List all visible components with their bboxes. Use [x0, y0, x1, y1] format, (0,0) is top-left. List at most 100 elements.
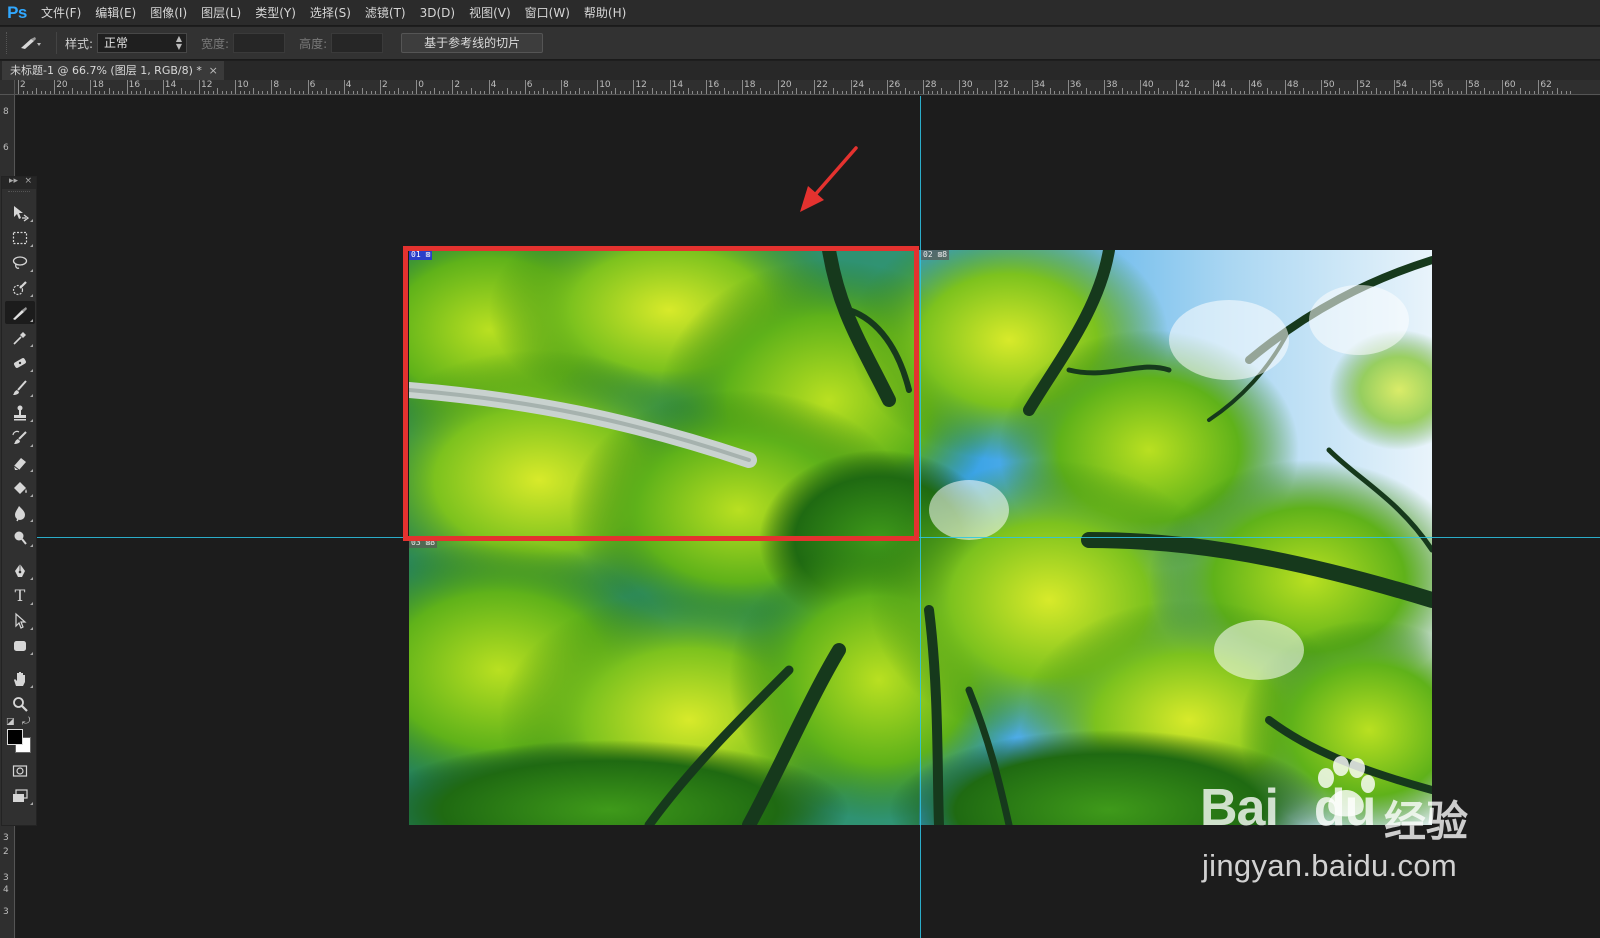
default-colors-icon[interactable]: ◪	[6, 717, 15, 727]
ruler-tick	[475, 91, 477, 94]
style-select[interactable]: 正常 ▲ ▼	[97, 33, 188, 53]
quick-select-tool[interactable]	[5, 276, 35, 299]
slice-label-02[interactable]: 02 ⊠8	[921, 250, 950, 260]
eraser-tool[interactable]	[5, 451, 35, 474]
close-icon[interactable]: ×	[24, 176, 32, 186]
brush-tool[interactable]	[5, 376, 35, 399]
ruler-tick	[1158, 88, 1160, 94]
ruler-tick	[927, 91, 929, 94]
menu-type[interactable]: 类型(Y)	[248, 0, 303, 26]
ruler-origin[interactable]	[0, 80, 15, 95]
blur-tool[interactable]	[5, 501, 35, 524]
collapse-icon[interactable]: ▸▸	[9, 176, 18, 186]
ruler-tick	[203, 91, 205, 94]
pen-tool[interactable]	[5, 559, 35, 582]
ruler-tick	[117, 91, 119, 94]
history-brush-tool[interactable]	[5, 426, 35, 449]
ruler-tick	[936, 91, 938, 94]
eyedropper-tool[interactable]	[5, 326, 35, 349]
path-select-tool[interactable]	[5, 609, 35, 632]
type-icon: T	[14, 586, 26, 605]
ruler-tick	[289, 88, 291, 94]
document-tab[interactable]: 未标题-1 @ 66.7% (图层 1, RGB/8) * ×	[2, 61, 224, 80]
ruler-tick	[1244, 91, 1246, 94]
menu-select[interactable]: 选择(S)	[303, 0, 358, 26]
swap-colors-icon[interactable]: ⤾	[22, 716, 30, 727]
ruler-tick	[1303, 88, 1305, 94]
foreground-color-swatch[interactable]	[7, 729, 23, 745]
hand-tool[interactable]	[5, 667, 35, 690]
ruler-tick	[1325, 91, 1327, 94]
ruler-tick	[764, 91, 766, 94]
stamp-tool[interactable]	[5, 401, 35, 424]
menu-help[interactable]: 帮助(H)	[577, 0, 633, 26]
close-icon[interactable]: ×	[209, 61, 218, 80]
ruler-tick	[778, 80, 780, 94]
ruler-tick	[361, 88, 363, 94]
menu-view[interactable]: 视图(V)	[462, 0, 518, 26]
ruler-tick	[656, 91, 658, 94]
ruler-tick	[1099, 91, 1101, 94]
tools-panel-header[interactable]: ▸▸ ×	[2, 176, 36, 189]
menu-filter[interactable]: 滤镜(T)	[358, 0, 413, 26]
ruler-tick	[524, 80, 526, 94]
move-tool[interactable]	[5, 201, 35, 224]
ruler-tick	[787, 91, 789, 94]
ruler-tick	[158, 91, 160, 94]
ruler-tick	[746, 91, 748, 94]
type-tool[interactable]: T	[5, 584, 35, 607]
ruler-tick	[1515, 91, 1517, 94]
ruler-tick	[452, 80, 454, 94]
ruler-tick	[597, 80, 599, 94]
ruler-tick	[624, 91, 626, 94]
lasso-tool[interactable]	[5, 251, 35, 274]
style-label: 样式:	[65, 36, 94, 51]
slice-tool[interactable]	[5, 301, 35, 324]
ruler-tick	[1484, 88, 1486, 94]
ruler-tick	[959, 80, 961, 94]
screen-mode-button[interactable]	[5, 784, 35, 807]
tool-preset-picker[interactable]	[10, 31, 50, 55]
healing-tool[interactable]	[5, 351, 35, 374]
zoom-tool[interactable]	[5, 692, 35, 715]
menu-file[interactable]: 文件(F)	[34, 0, 88, 26]
paint-bucket-tool[interactable]	[5, 476, 35, 499]
ruler-tick	[470, 88, 472, 94]
shape-tool[interactable]	[5, 634, 35, 657]
ruler-tick	[407, 91, 409, 94]
ruler-tick	[189, 91, 191, 94]
ruler-tick	[642, 91, 644, 94]
ruler-left-label: 3	[3, 873, 9, 883]
ruler-tick	[438, 91, 440, 94]
menu-3d[interactable]: 3D(D)	[413, 0, 462, 26]
menu-layer[interactable]: 图层(L)	[194, 0, 248, 26]
ruler-tick	[660, 91, 662, 94]
marquee-tool[interactable]	[5, 226, 35, 249]
ruler-top-label: 30	[961, 80, 973, 90]
ruler-tick	[416, 80, 418, 94]
ruler-tick	[461, 91, 463, 94]
ruler-tick	[1348, 91, 1350, 94]
ruler-tick	[1466, 80, 1467, 94]
quick-mask-button[interactable]	[5, 759, 35, 782]
ruler-tick	[1294, 91, 1296, 94]
height-field[interactable]	[331, 33, 384, 53]
vertical-guide[interactable]	[920, 96, 921, 938]
width-field[interactable]	[233, 33, 286, 53]
ruler-tick	[841, 91, 843, 94]
ruler-tick	[1447, 88, 1449, 94]
ruler-tick	[1538, 80, 1540, 94]
menu-window[interactable]: 窗口(W)	[518, 0, 577, 26]
ruler-tick	[692, 91, 694, 94]
ruler-tick	[27, 91, 29, 94]
ruler-tick	[402, 91, 404, 94]
menu-edit[interactable]: 编辑(E)	[88, 0, 143, 26]
width-label: 宽度:	[201, 36, 230, 51]
dodge-tool[interactable]	[5, 526, 35, 549]
tools-grip[interactable]	[8, 191, 30, 199]
ruler-tick	[357, 91, 359, 94]
horizontal-ruler[interactable]: 2 20 18 16 14 12 10 8 6 4 2 0 2 4 6 8 10 12 14 16 18 20 22 24 26…	[0, 80, 1600, 95]
slices-from-guides-button[interactable]: 基于参考线的切片	[401, 33, 544, 53]
ruler-tick	[1407, 91, 1409, 94]
menu-image[interactable]: 图像(I)	[143, 0, 194, 26]
